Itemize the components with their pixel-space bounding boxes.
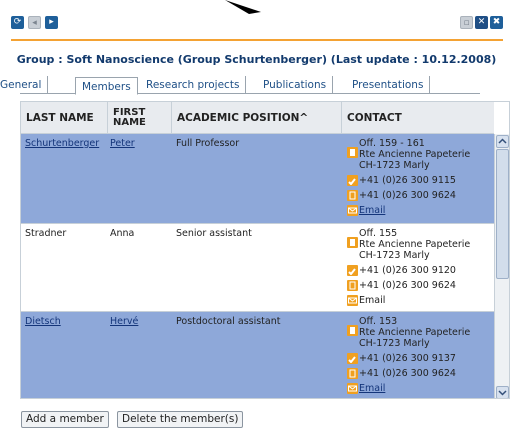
city: CH-1723 Marly [359,250,430,261]
first-name-cell: Hervé [110,316,138,327]
tab-bar: General Members Research projects Public… [0,76,480,95]
table-header: LAST NAME FIRST NAME ACADEMIC POSITION^ … [21,102,494,134]
contact-cell: Off. 159 - 161 Rte Ancienne Papeterie CH… [347,138,495,216]
last-name-cell: Schurtenberger [25,138,99,149]
first-name-cell: Anna [110,228,135,239]
first-name-link[interactable]: Hervé [110,316,138,327]
position-cell: Senior assistant [176,228,252,239]
top-toolbar: ⟳ ◂ ▸ ▫ ✕ ✖ [11,16,503,32]
phone: +41 (0)26 300 9115 [359,175,456,186]
first-name-header-line2: NAME [113,117,146,128]
city: CH-1723 Marly [359,160,430,171]
building-icon [347,325,358,336]
page-title: Group : Soft Nanoscience (Group Schurten… [16,53,497,66]
last-name-cell: Stradner [25,228,67,239]
members-table: LAST NAME FIRST NAME ACADEMIC POSITION^ … [20,101,510,399]
last-name-cell: Dietsch [25,316,61,327]
envelope-icon [347,205,358,216]
table-row[interactable]: Schurtenberger Peter Full Professor Off.… [21,134,494,224]
tab-members[interactable]: Members [75,77,138,95]
header-divider [11,39,503,41]
fax-icon [347,368,358,379]
street: Rte Ancienne Papeterie [359,239,471,250]
fax: +41 (0)26 300 9624 [359,280,456,291]
tab-publications[interactable]: Publications [257,76,334,94]
position-cell: Postdoctoral assistant [176,316,281,327]
pointer-arrow-icon [225,0,261,14]
tab-presentations[interactable]: Presentations [346,76,431,94]
refresh-icon[interactable]: ⟳ [11,16,24,29]
column-header-first-name[interactable]: FIRST NAME [108,102,172,134]
phone: +41 (0)26 300 9137 [359,353,456,364]
building-icon [347,147,358,158]
column-header-contact[interactable]: CONTACT [342,102,494,134]
building-icon [347,237,358,248]
fax-icon [347,280,358,291]
email-link[interactable]: Email [359,383,385,394]
column-header-last-name[interactable]: LAST NAME [21,102,108,134]
phone: +41 (0)26 300 9120 [359,265,456,276]
scrollbar-thumb[interactable] [496,149,509,279]
envelope-icon [347,383,358,394]
street: Rte Ancienne Papeterie [359,327,471,338]
add-member-button[interactable]: Add a member [21,411,109,428]
first-name-cell: Peter [110,138,135,149]
delete-member-button[interactable]: Delete the member(s) [117,411,244,428]
close-icon[interactable]: ✖ [490,16,503,29]
tools-icon[interactable]: ✕ [475,16,488,29]
table-row[interactable]: Dietsch Hervé Postdoctoral assistant Off… [21,312,495,398]
office: Off. 153 [359,316,398,327]
first-name-link[interactable]: Peter [110,138,135,149]
tab-research-projects[interactable]: Research projects [140,76,247,94]
phone-icon [347,353,358,364]
envelope-icon [347,295,358,306]
office: Off. 155 [359,228,398,239]
street: Rte Ancienne Papeterie [359,149,471,160]
phone-icon [347,175,358,186]
fax-icon [347,190,358,201]
arrow-left-icon[interactable]: ◂ [28,16,41,29]
tab-general[interactable]: General [0,76,49,94]
last-name-link[interactable]: Schurtenberger [25,138,99,149]
column-header-academic-position[interactable]: ACADEMIC POSITION^ [172,102,342,134]
arrow-right-icon[interactable]: ▸ [45,16,58,29]
city: CH-1723 Marly [359,338,430,349]
fax: +41 (0)26 300 9624 [359,368,456,379]
vertical-scrollbar[interactable] [494,134,509,398]
fax: +41 (0)26 300 9624 [359,190,456,201]
email-link[interactable]: Email [359,205,385,216]
contact-cell: Off. 155 Rte Ancienne Papeterie CH-1723 … [347,228,495,306]
office: Off. 159 - 161 [359,138,425,149]
position-cell: Full Professor [176,138,240,149]
contact-cell: Off. 153 Rte Ancienne Papeterie CH-1723 … [347,316,495,394]
scroll-up-icon[interactable] [496,135,509,148]
email-link[interactable]: Email [359,295,385,306]
save-icon[interactable]: ▫ [460,16,473,29]
last-name-link[interactable]: Dietsch [25,316,61,327]
phone-icon [347,265,358,276]
table-row[interactable]: Stradner Anna Senior assistant Off. 155 … [21,224,494,312]
table-body: Schurtenberger Peter Full Professor Off.… [21,134,495,398]
scroll-down-icon[interactable] [496,386,509,398]
